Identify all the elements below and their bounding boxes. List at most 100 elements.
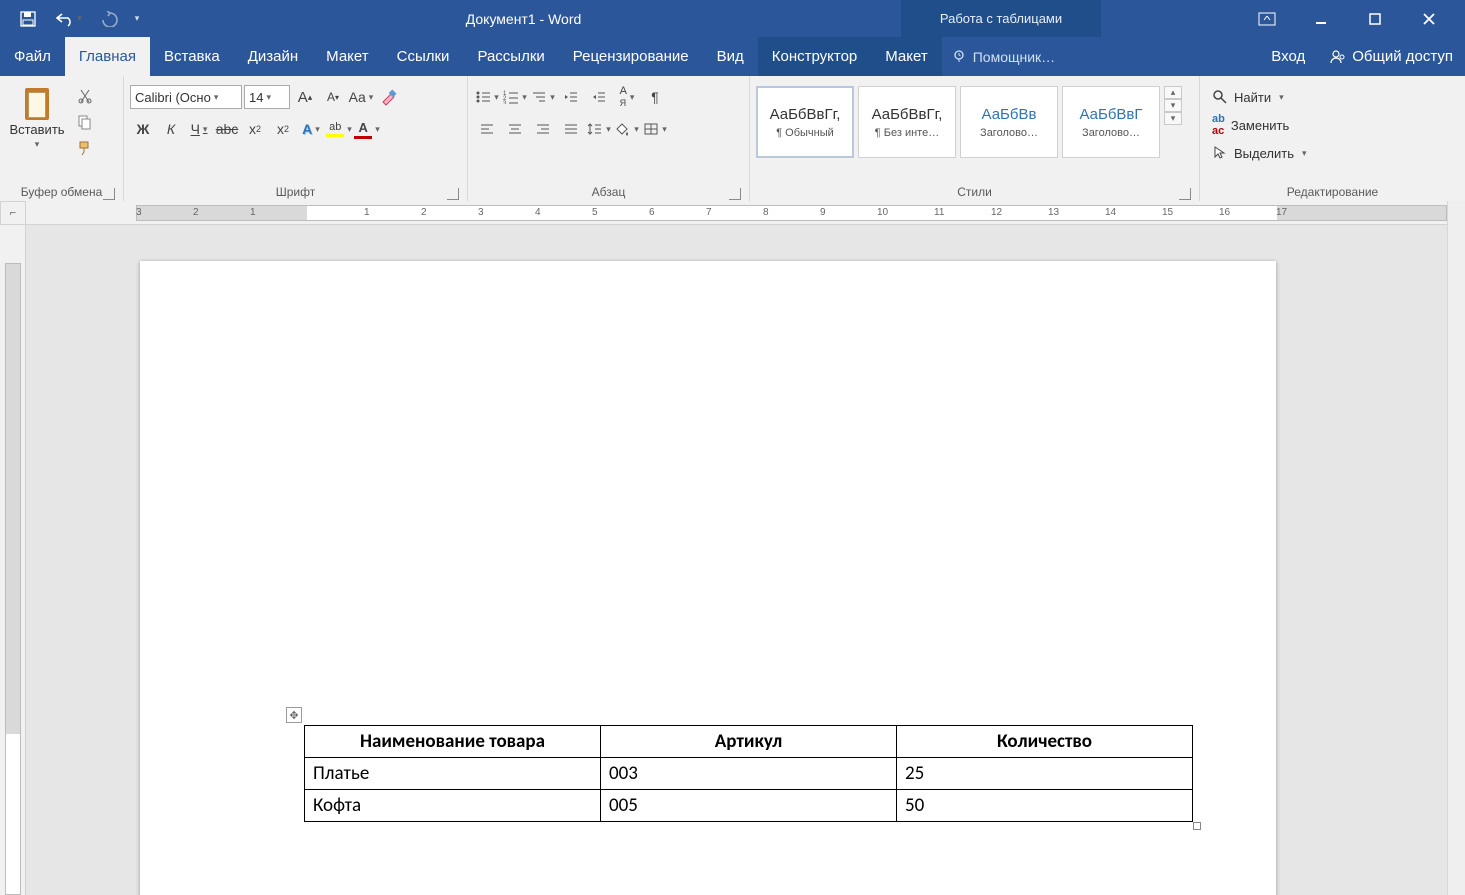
table-container: ✥ Наименование товараАртикулКоличество П… [304,725,1193,822]
bold-button[interactable]: Ж [130,116,156,142]
style-tile-0[interactable]: АаБбВвГг,¶ Обычный [756,86,854,158]
tab-layout[interactable]: Макет [312,37,382,76]
maximize-button[interactable] [1353,0,1397,37]
format-painter-button[interactable] [72,136,98,160]
italic-button[interactable]: К [158,116,184,142]
font-group-label: Шрифт [276,185,315,199]
window-title: Документ1 - Word [146,11,901,27]
font-size-combo[interactable]: 14 [244,85,290,109]
table-header-cell[interactable]: Наименование товара [305,726,601,758]
document-area[interactable]: ✥ Наименование товараАртикулКоличество П… [26,225,1447,895]
grow-font-button[interactable]: A▴ [292,84,318,110]
tab-home[interactable]: Главная [65,37,150,76]
vertical-scrollbar[interactable] [1447,201,1465,895]
undo-button[interactable] [46,0,92,37]
font-color-button[interactable]: A [354,116,380,142]
share-button[interactable]: Общий доступ [1317,37,1465,76]
tab-insert[interactable]: Вставка [150,37,234,76]
table-row[interactable]: Платье00325 [305,758,1193,790]
show-marks-button[interactable]: ¶ [642,84,668,110]
horizontal-ruler[interactable]: 3211234567891011121314151617 [26,201,1447,225]
clipboard-dialog-launcher[interactable] [103,188,115,200]
window-controls [1231,0,1465,37]
paragraph-dialog-launcher[interactable] [729,188,741,200]
font-name-combo[interactable]: Calibri (Осно [130,85,242,109]
save-button[interactable] [10,0,46,37]
styles-scroll-up[interactable]: ▴ [1164,86,1182,99]
highlight-button[interactable]: ab [326,116,352,142]
page[interactable]: ✥ Наименование товараАртикулКоличество П… [140,261,1276,895]
styles-scroll-down[interactable]: ▾ [1164,99,1182,112]
styles-expand[interactable]: ▾ [1164,112,1182,125]
select-button[interactable]: Выделить▾ [1206,140,1313,166]
font-dialog-launcher[interactable] [447,188,459,200]
tab-file[interactable]: Файл [0,37,65,76]
tab-table-layout[interactable]: Макет [871,37,941,76]
table-cell[interactable]: Кофта [305,790,601,822]
style-tile-3[interactable]: АаБбВвГЗаголово… [1062,86,1160,158]
borders-button[interactable] [642,116,668,142]
minimize-button[interactable] [1299,0,1343,37]
tab-design[interactable]: Дизайн [234,37,312,76]
underline-button[interactable]: Ч [186,116,212,142]
text-effects-button[interactable]: A [298,116,324,142]
document-table[interactable]: Наименование товараАртикулКоличество Пла… [304,725,1193,822]
increase-indent-button[interactable] [586,84,612,110]
tab-mailings[interactable]: Рассылки [463,37,558,76]
change-case-button[interactable]: Aa [348,84,374,110]
redo-button[interactable] [92,0,128,37]
styles-dialog-launcher[interactable] [1179,188,1191,200]
paste-button[interactable]: Вставить ▾ [6,80,68,154]
ruler-corner[interactable]: ⌐ [0,201,26,225]
style-tile-2[interactable]: АаБбВвЗаголово… [960,86,1058,158]
decrease-indent-button[interactable] [558,84,584,110]
strikethrough-button[interactable]: abc [214,116,240,142]
line-spacing-button[interactable] [586,116,612,142]
table-row[interactable]: Кофта00550 [305,790,1193,822]
group-styles: АаБбВвГг,¶ ОбычныйАаБбВвГг,¶ Без инте…Аа… [750,76,1200,203]
table-cell[interactable]: 005 [601,790,897,822]
table-move-handle[interactable]: ✥ [286,707,302,723]
table-cell[interactable]: 003 [601,758,897,790]
numbering-button[interactable]: 123 [502,84,528,110]
styles-group-label: Стили [957,185,992,199]
shrink-font-button[interactable]: A▾ [320,84,346,110]
find-button[interactable]: Найти▾ [1206,84,1290,110]
style-tile-1[interactable]: АаБбВвГг,¶ Без инте… [858,86,956,158]
sign-in-button[interactable]: Вход [1259,37,1317,76]
clear-formatting-button[interactable] [376,84,402,110]
tab-view[interactable]: Вид [703,37,758,76]
superscript-button[interactable]: x2 [270,116,296,142]
replace-button[interactable]: abac Заменить [1206,112,1295,138]
bullets-button[interactable] [474,84,500,110]
table-header-cell[interactable]: Артикул [601,726,897,758]
align-right-button[interactable] [530,116,556,142]
shading-button[interactable] [614,116,640,142]
align-left-button[interactable] [474,116,500,142]
table-header-cell[interactable]: Количество [897,726,1193,758]
justify-button[interactable] [558,116,584,142]
vertical-ruler[interactable] [0,225,26,895]
font-size-value: 14 [249,90,263,105]
subscript-button[interactable]: x2 [242,116,268,142]
table-cell[interactable]: Платье [305,758,601,790]
editing-group-label: Редактирование [1287,185,1378,199]
align-center-button[interactable] [502,116,528,142]
table-resize-handle[interactable] [1193,822,1201,830]
close-button[interactable] [1407,0,1451,37]
qat-customize-button[interactable]: ▾ [128,0,146,37]
table-cell[interactable]: 25 [897,758,1193,790]
table-cell[interactable]: 50 [897,790,1193,822]
paragraph-group-label: Абзац [592,185,626,199]
copy-button[interactable] [72,110,98,134]
tab-table-design[interactable]: Конструктор [758,37,872,76]
ribbon-display-options-button[interactable] [1245,0,1289,37]
sort-button[interactable]: АЯ [614,84,640,110]
cut-button[interactable] [72,84,98,108]
tell-me-input[interactable]: Помощник… [942,37,1065,76]
multilevel-list-button[interactable] [530,84,556,110]
tab-references[interactable]: Ссылки [383,37,464,76]
title-bar: ▾ Документ1 - Word Работа с таблицами [0,0,1465,37]
tab-review[interactable]: Рецензирование [559,37,703,76]
table-tools-context-label: Работа с таблицами [901,0,1101,37]
